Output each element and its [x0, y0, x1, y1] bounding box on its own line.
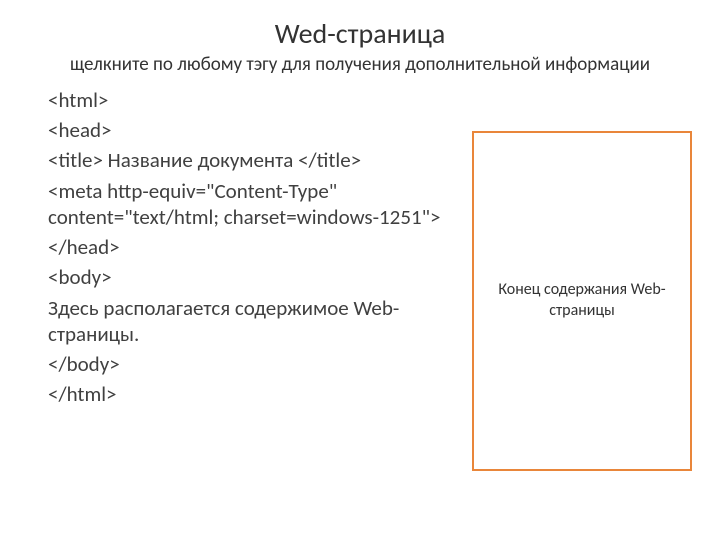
page-subtitle: щелкните по любому тэгу для получения до…	[40, 53, 680, 77]
tag-meta[interactable]: <meta http-equiv="Content-Type" content=…	[48, 178, 448, 231]
tag-body-open[interactable]: <body>	[48, 264, 448, 290]
tag-html-close[interactable]: </html>	[48, 381, 448, 407]
body-content-text: Здесь располагается содержимое Web-стран…	[48, 295, 448, 348]
tag-body-close[interactable]: </body>	[48, 351, 448, 377]
tag-title[interactable]: <title> Название документа </title>	[48, 147, 448, 173]
tag-head-close[interactable]: </head>	[48, 234, 448, 260]
page-title: Wed-страница	[0, 16, 720, 51]
code-column: <html> <head> <title> Название документа…	[48, 87, 448, 408]
preview-panel: Конец содержания Web-страницы	[472, 131, 692, 471]
tag-head-open[interactable]: <head>	[48, 117, 448, 143]
preview-text: Конец содержания Web-страницы	[484, 280, 680, 322]
tag-html-open[interactable]: <html>	[48, 87, 448, 113]
